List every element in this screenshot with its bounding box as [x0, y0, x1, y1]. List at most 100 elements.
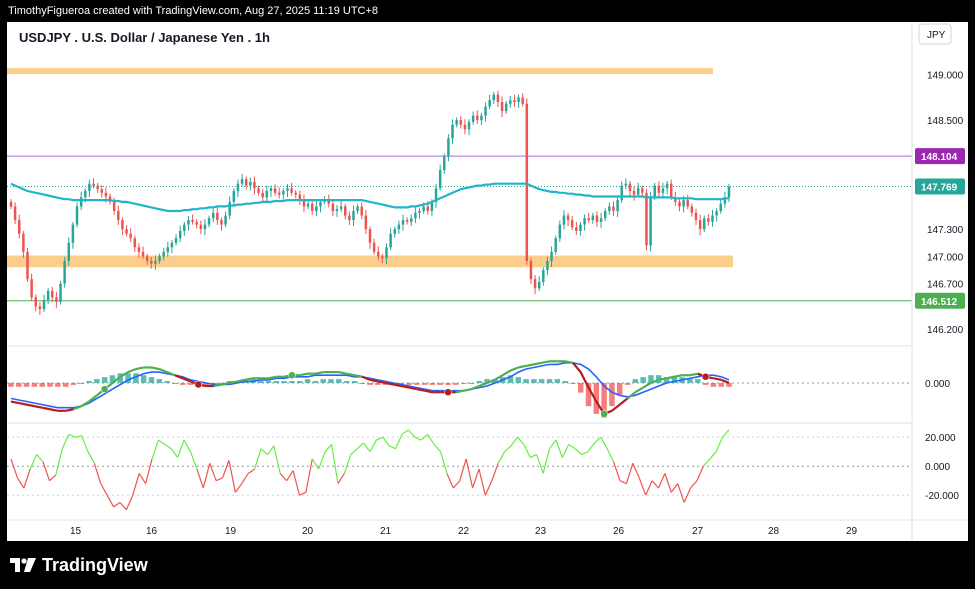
candle-body: [174, 238, 178, 243]
candle-body: [352, 210, 355, 221]
oscillator-line-segment: [561, 444, 570, 458]
macd-line-segment: [541, 360, 550, 364]
oscillator-line-segment: [587, 442, 595, 453]
candle-body: [558, 224, 562, 239]
candle-body: [59, 283, 62, 302]
candle-body: [34, 297, 37, 307]
candle-body: [18, 220, 21, 234]
oscillator-line-segment: [16, 477, 25, 489]
macd-histogram-bar: [101, 377, 108, 383]
candle-body: [356, 206, 359, 211]
candle-body: [154, 260, 157, 264]
last-price-label: 147.769: [921, 183, 958, 194]
candle-body: [319, 201, 322, 207]
footer: TradingView: [0, 541, 975, 589]
tradingview-logo-icon: [10, 558, 36, 572]
candle-body: [199, 224, 203, 230]
candle-body: [88, 183, 91, 192]
candle-body: [348, 215, 351, 221]
macd-cross-dot: [701, 373, 710, 381]
macd-histogram-bar: [577, 382, 584, 393]
candle-body: [253, 181, 256, 189]
oscillator-line-segment: [613, 461, 621, 481]
candle-body: [240, 179, 244, 184]
candle-body: [216, 212, 219, 221]
macd-pane: [7, 360, 912, 418]
candle-body: [707, 218, 710, 222]
oscillator-line-segment: [696, 465, 704, 481]
candle-body: [463, 124, 467, 130]
candle-body: [410, 218, 413, 222]
macd-line-segment: [642, 382, 652, 389]
macd-histogram-bar: [62, 382, 69, 387]
candle-body: [620, 185, 623, 201]
oscillator-line-segment: [651, 480, 659, 489]
candle-body: [331, 203, 335, 211]
oscillator-line-segment: [343, 454, 352, 474]
candle-body: [496, 94, 500, 102]
candle-body: [608, 206, 611, 211]
macd-line-segment: [49, 408, 59, 412]
macd-histogram-bar: [31, 382, 38, 387]
oscillator-line-segment: [574, 448, 582, 456]
candle-body: [591, 215, 595, 221]
macd-line-segment: [658, 377, 667, 381]
oscillator-line-segment: [286, 470, 294, 482]
candle-body: [488, 100, 491, 107]
oscillator-line-segment: [183, 439, 192, 452]
candle-body: [686, 200, 689, 207]
macd-line-segment: [213, 383, 222, 388]
oscillator-line-segment: [202, 463, 211, 489]
macd-histogram-bar: [414, 382, 420, 385]
chart-svg[interactable]: 149.000 148.500 147.300 147.000 146.700 146.2…: [7, 22, 968, 541]
candle-body: [665, 183, 669, 189]
macd-histogram-bar: [523, 379, 529, 383]
macd-line-segment: [518, 364, 527, 369]
candle-body: [141, 251, 145, 257]
candle-body: [232, 191, 236, 202]
candle-body: [368, 229, 372, 243]
candle-body: [694, 212, 698, 221]
candle-body: [211, 212, 215, 219]
candle-body: [401, 220, 405, 225]
candle-body: [397, 224, 401, 230]
candle-body: [381, 256, 384, 259]
candle-body: [550, 251, 553, 261]
macd-line-segment: [18, 401, 27, 406]
macd-line-segment: [713, 377, 722, 381]
candle-body: [282, 191, 285, 195]
candle-body: [84, 191, 87, 198]
oscillator-line-segment: [645, 480, 653, 496]
candle-body: [542, 270, 545, 282]
candle-body: [562, 215, 566, 225]
candle-body: [583, 218, 586, 225]
time-tick-label: 22: [458, 526, 470, 537]
candle-body: [261, 192, 264, 198]
macd-line-segment: [315, 371, 324, 375]
candle-body: [612, 206, 615, 211]
tradingview-logo[interactable]: TradingView: [10, 555, 148, 576]
candle-body: [183, 224, 186, 231]
candle-body: [636, 188, 640, 195]
candle-body: [137, 247, 141, 252]
candle-body: [727, 186, 731, 198]
candle-body: [484, 106, 487, 116]
oscillator-line-segment: [408, 429, 416, 438]
oscillator-line-segment: [363, 442, 371, 453]
macd-line-segment: [361, 375, 371, 381]
oscillator-line-segment: [555, 439, 563, 458]
oscillator-line-segment: [87, 451, 95, 464]
macd-line-segment: [26, 403, 35, 408]
oscillator-line-segment: [536, 454, 544, 474]
candle-body: [236, 183, 240, 192]
oscillator-line-segment: [446, 473, 454, 489]
macd-line-segment: [510, 366, 519, 372]
oscillator-line-segment: [632, 463, 640, 479]
oscillator-line-segment: [55, 448, 63, 476]
chart-panel[interactable]: 149.000 148.500 147.300 147.000 146.700 146.2…: [7, 22, 968, 541]
macd-histogram-bar: [258, 381, 264, 383]
candle-body: [244, 179, 248, 186]
candle-body: [220, 220, 223, 225]
support-zone: [7, 255, 733, 268]
macd-line-segment: [455, 389, 464, 394]
